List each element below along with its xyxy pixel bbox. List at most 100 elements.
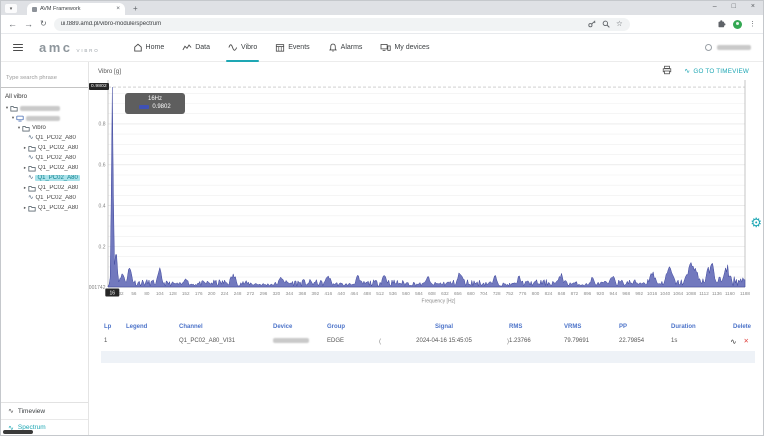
svg-text:704: 704	[480, 291, 488, 296]
svg-text:632: 632	[441, 291, 449, 296]
table-header-delete: Delete	[726, 324, 755, 330]
tree-item-channel[interactable]: ∿Q1_PC02_A80	[1, 133, 88, 143]
nav-item-events[interactable]: Events	[266, 34, 318, 62]
logo-text: amc	[39, 40, 73, 55]
svg-text:848: 848	[558, 291, 566, 296]
spectrum-chart[interactable]: 0.985540.80.60.40.20.0017423256801041281…	[89, 80, 763, 304]
svg-text:656: 656	[454, 291, 462, 296]
devices-icon	[380, 43, 391, 52]
bottom-dark-bar	[3, 430, 33, 434]
browser-tab[interactable]: AVM Framework ×	[27, 3, 125, 15]
svg-text:344: 344	[286, 291, 294, 296]
extensions-icon[interactable]	[717, 15, 726, 33]
main-nav: Home Data VibroEventsAlarmsMy devices	[124, 34, 439, 62]
home-icon	[133, 43, 143, 52]
events-icon	[275, 43, 285, 52]
svg-text:104: 104	[156, 291, 164, 296]
print-icon[interactable]	[662, 62, 672, 80]
svg-text:296: 296	[260, 291, 268, 296]
go-to-timeview-link[interactable]: ∿ GO TO TIMEVIEW	[684, 67, 749, 75]
sidebar-link-timeview[interactable]: ∿Timeview	[1, 403, 88, 419]
svg-text:608: 608	[428, 291, 436, 296]
nav-item-home[interactable]: Home	[124, 34, 174, 62]
tab-favicon-icon	[32, 7, 37, 12]
tab-close-icon[interactable]: ×	[116, 6, 120, 13]
reload-button[interactable]: ↻	[40, 20, 47, 28]
address-bar[interactable]: ui.t889.amd.pl/vibro-module/spectrum ☆	[54, 18, 630, 31]
hamburger-menu-icon[interactable]	[13, 44, 23, 52]
tree-label: Q1_PC02_A80	[38, 205, 78, 211]
svg-text:0.8: 0.8	[99, 122, 106, 128]
tree-label: Q1_PC02_A80	[38, 145, 78, 151]
browser-window: ▾ AVM Framework × + – □ × ← → ↻ ui.t889.…	[0, 0, 764, 436]
table-header-device: Device	[273, 324, 327, 330]
tree-item-folder[interactable]: ▸Q1_PC02_A80	[1, 143, 88, 153]
new-tab-button[interactable]: +	[133, 5, 138, 13]
tree-item-folder[interactable]: ▸Q1_PC02_A80	[1, 183, 88, 193]
tree-item-channel[interactable]: ∿Q1_PC02_A80	[1, 193, 88, 203]
svg-text:368: 368	[298, 291, 306, 296]
view-signal-wave-icon[interactable]: ∿	[730, 337, 736, 346]
nav-label: Data	[195, 44, 210, 51]
tab-search-icon[interactable]: ▾	[5, 4, 17, 13]
svg-text:1136: 1136	[712, 291, 722, 296]
chrome-menu-icon[interactable]: ⋮	[749, 20, 756, 28]
tree-item-folder[interactable]: ▾	[1, 103, 88, 113]
cell-rms: 1.23766	[509, 338, 564, 344]
search-input[interactable]	[6, 75, 83, 81]
tree-item-folder[interactable]: ▸Q1_PC02_A80	[1, 163, 88, 173]
nav-item-data[interactable]: Data	[173, 34, 219, 62]
table-header-duration: Duration	[671, 324, 726, 330]
tree-label: Vibro	[32, 125, 46, 131]
timeview-wave-icon: ∿	[684, 67, 690, 75]
bookmark-star-icon[interactable]: ☆	[616, 20, 623, 28]
svg-text:0.4: 0.4	[99, 203, 106, 209]
window-minimize-button[interactable]: –	[713, 3, 717, 10]
cell-duration: 1s	[671, 338, 726, 344]
nav-item-my-devices[interactable]: My devices	[371, 34, 438, 62]
tree-label: Q1_PC02_A80	[35, 175, 79, 181]
main-content: Vibro [g] ∿ GO TO TIMEVIEW 0.985540.80.6…	[89, 62, 763, 435]
svg-text:320: 320	[273, 291, 281, 296]
device-name-redacted	[273, 338, 309, 343]
user-menu[interactable]	[705, 44, 751, 51]
tree-root-label[interactable]: All vibro	[1, 88, 88, 102]
tree-item-channel[interactable]: ∿Q1_PC02_A80	[1, 173, 88, 183]
tree-item-folder[interactable]: ▸Q1_PC02_A80	[1, 203, 88, 213]
window-maximize-button[interactable]: □	[732, 3, 736, 10]
svg-text:248: 248	[234, 291, 242, 296]
cell-signal: (2024-04-16 15:45:05)	[379, 338, 509, 345]
tree-item-channel[interactable]: ∿Q1_PC02_A80	[1, 153, 88, 163]
profile-avatar[interactable]	[733, 20, 742, 29]
zoom-icon[interactable]	[602, 15, 610, 33]
spectrum-plot[interactable]: 0.985540.80.60.40.20.0017423256801041281…	[89, 80, 763, 304]
chart-settings-gear-icon[interactable]: ⚙	[750, 216, 762, 229]
svg-text:16: 16	[110, 291, 116, 297]
cell-device	[273, 338, 327, 345]
device-icon	[16, 115, 24, 122]
cell-vrms: 79.79691	[564, 338, 619, 344]
svg-text:1064: 1064	[673, 291, 684, 296]
forward-button[interactable]: →	[24, 20, 33, 29]
data-icon	[182, 43, 192, 52]
delete-row-icon[interactable]: ✕	[744, 337, 749, 345]
tooltip-frequency: 16Hz	[125, 96, 185, 102]
svg-text:1112: 1112	[699, 291, 709, 296]
cell-lp: 1	[101, 338, 123, 344]
svg-text:920: 920	[596, 291, 604, 296]
back-button[interactable]: ←	[8, 20, 17, 29]
svg-text:752: 752	[506, 291, 514, 296]
svg-text:1040: 1040	[660, 291, 671, 296]
svg-text:80: 80	[144, 291, 150, 296]
url-text[interactable]: ui.t889.amd.pl/vibro-module/spectrum	[61, 21, 583, 27]
tree-item-folder[interactable]: ▾Vibro	[1, 123, 88, 133]
password-key-icon[interactable]	[588, 15, 596, 33]
nav-item-vibro[interactable]: Vibro	[219, 34, 266, 62]
nav-item-alarms[interactable]: Alarms	[319, 34, 372, 62]
tree-label: Q1_PC02_A80	[35, 155, 75, 161]
tree-item-folder[interactable]: ▾	[1, 113, 88, 123]
window-close-button[interactable]: ×	[751, 3, 755, 10]
wave-icon: ∿	[8, 407, 14, 415]
wave-icon: ∿	[28, 155, 33, 162]
nav-label: Home	[146, 44, 165, 51]
